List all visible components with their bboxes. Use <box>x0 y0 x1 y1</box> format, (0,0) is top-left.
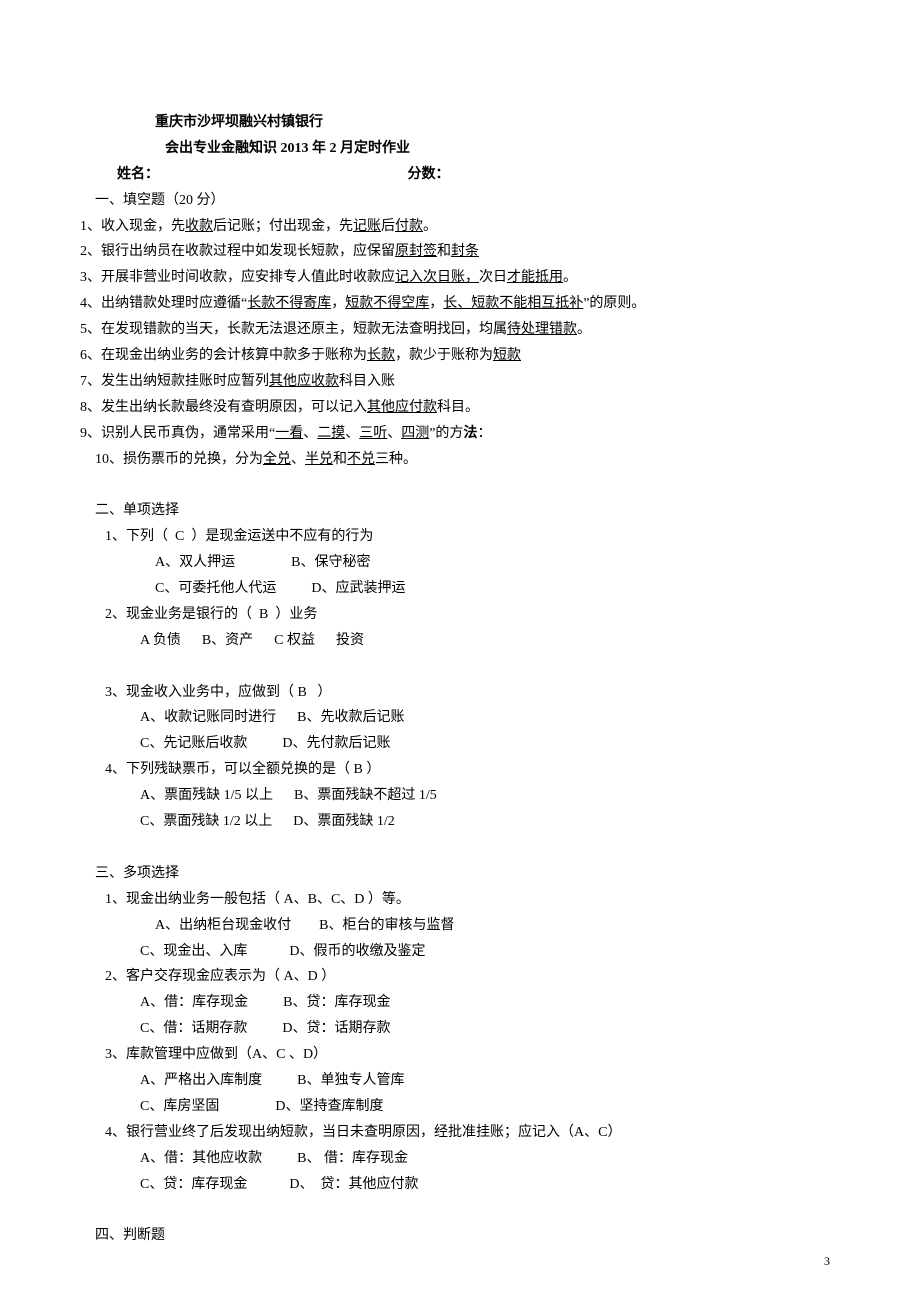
s2-q1-cd: C、可委托他人代运 D、应武装押运 <box>155 576 830 602</box>
org-name: 重庆市沙坪坝融兴村镇银行 <box>155 110 830 136</box>
s1-q1: 1、收入现金，先收款后记账；付出现金，先记账后付款。 <box>80 214 830 240</box>
document-page: 重庆市沙坪坝融兴村镇银行 会出专业金融知识 2013 年 2 月定时作业 姓名：… <box>0 0 920 1302</box>
doc-title: 会出专业金融知识 2013 年 2 月定时作业 <box>165 136 830 162</box>
s1-q10: 10、损伤票币的兑换，分为全兑、半兑和不兑三种。 <box>95 447 830 473</box>
section3-heading: 三、多项选择 <box>95 861 830 887</box>
s1-q8: 8、发生出纳长款最终没有查明原因，可以记入其他应付款科目。 <box>80 395 830 421</box>
s1-q6: 6、在现金出纳业务的会计核算中款多于账称为长款，款少于账称为短款 <box>80 343 830 369</box>
s3-q1: 1、现金出纳业务一般包括（ A、B、C、D ）等。 <box>105 887 830 913</box>
s1-q9: 9、识别人民币真伪，通常采用“一看、二摸、三听、四测”的方法： <box>80 421 830 447</box>
s3-q2-ab: A、借：库存现金 B、贷：库存现金 <box>140 990 830 1016</box>
s3-q4-ab: A、借：其他应收款 B、 借：库存现金 <box>140 1146 830 1172</box>
s3-q4-cd: C、贷：库存现金 D、 贷：其他应付款 <box>140 1172 830 1198</box>
s1-q3: 3、开展非营业时间收款，应安排专人值此时收款应记入次日账，次日才能抵用。 <box>80 265 830 291</box>
score-label: 分数： <box>408 162 450 188</box>
section2-heading: 二、单项选择 <box>95 498 830 524</box>
s3-q3-ab: A、严格出入库制度 B、单独专人管库 <box>140 1068 830 1094</box>
s2-q4-cd: C、票面残缺 1/2 以上 D、票面残缺 1/2 <box>140 809 830 835</box>
name-score-row: 姓名： 分数： <box>117 162 830 188</box>
name-label: 姓名： <box>117 167 159 182</box>
s2-q3-ab: A、收款记账同时进行 B、先收款后记账 <box>140 705 830 731</box>
s3-q2-cd: C、借：话期存款 D、贷：话期存款 <box>140 1016 830 1042</box>
s3-q1-cd: C、现金出、入库 D、假币的收缴及鉴定 <box>140 939 830 965</box>
s1-q5: 5、在发现错款的当天，长款无法退还原主，短款无法查明找回，均属待处理错款。 <box>80 317 830 343</box>
s3-q4: 4、银行营业终了后发现出纳短款，当日未查明原因，经批准挂账；应记入（A、C） <box>105 1120 830 1146</box>
s2-q4: 4、下列残缺票币，可以全额兑换的是（ B ） <box>105 757 830 783</box>
s1-q2: 2、银行出纳员在收款过程中如发现长短款，应保留原封签和封条 <box>80 239 830 265</box>
s3-q3-cd: C、库房坚固 D、坚持查库制度 <box>140 1094 830 1120</box>
s1-q7: 7、发生出纳短款挂账时应暂列其他应收款科目入账 <box>80 369 830 395</box>
s2-q3: 3、现金收入业务中，应做到（ B ） <box>105 680 830 706</box>
s3-q2: 2、客户交存现金应表示为（ A、D ） <box>105 964 830 990</box>
s2-q1-ab: A、双人押运 B、保守秘密 <box>155 550 830 576</box>
s1-q4: 4、出纳错款处理时应遵循“长款不得寄库，短款不得空库，长、短款不能相互抵补”的原… <box>80 291 830 317</box>
s2-q3-cd: C、先记账后收款 D、先付款后记账 <box>140 731 830 757</box>
s3-q1-ab: A、出纳柜台现金收付 B、柜台的审核与监督 <box>155 913 830 939</box>
s2-q4-ab: A、票面残缺 1/5 以上 B、票面残缺不超过 1/5 <box>140 783 830 809</box>
s2-q1: 1、下列（ C ）是现金运送中不应有的行为 <box>105 524 830 550</box>
s2-q2-opts: A 负债 B、资产 C 权益 投资 <box>140 628 830 654</box>
section4-heading: 四、判断题 <box>95 1223 830 1249</box>
s3-q3: 3、库款管理中应做到（A、C 、D） <box>105 1042 830 1068</box>
section1-heading: 一、填空题（20 分） <box>95 188 830 214</box>
s2-q2: 2、现金业务是银行的（ B ）业务 <box>105 602 830 628</box>
page-number: 3 <box>824 1250 830 1272</box>
